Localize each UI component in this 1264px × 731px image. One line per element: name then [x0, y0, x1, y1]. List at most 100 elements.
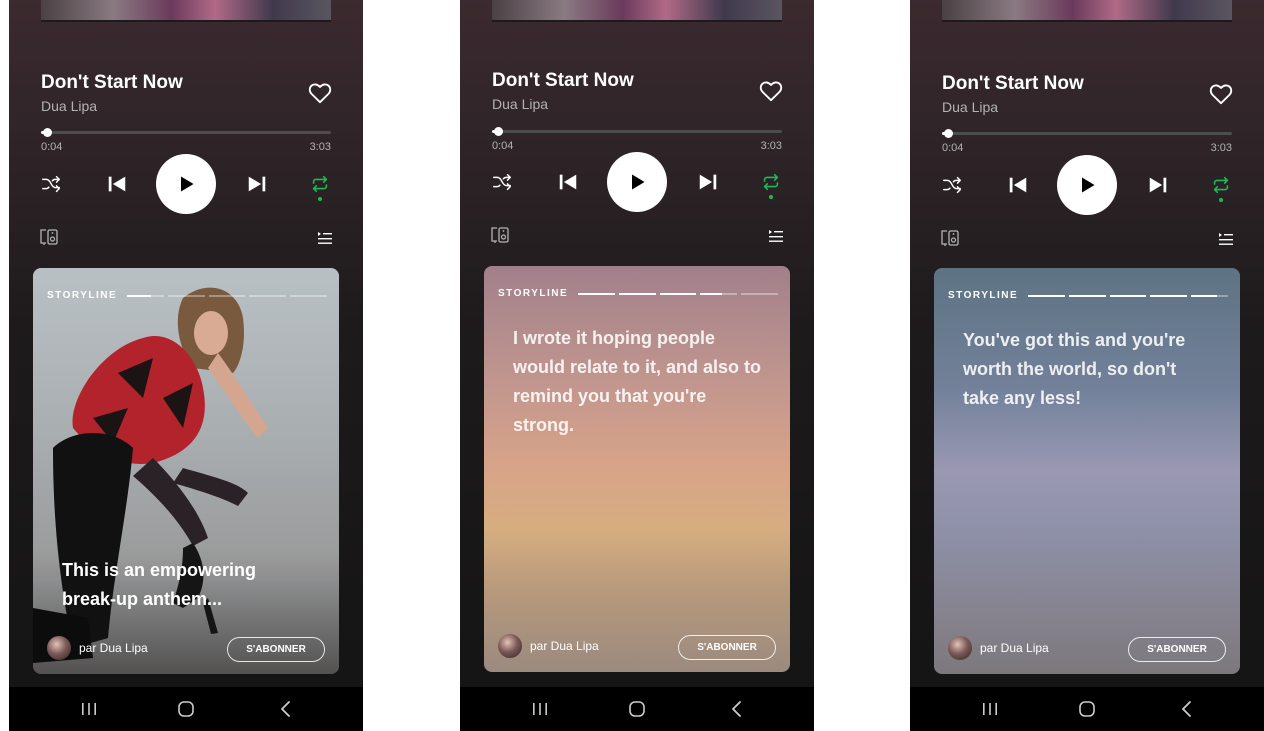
- story-segment: [167, 295, 205, 297]
- shuffle-button[interactable]: [39, 172, 63, 196]
- back-icon[interactable]: [275, 698, 297, 720]
- playback-controls: [41, 154, 331, 214]
- previous-button[interactable]: [105, 172, 129, 196]
- artist-photo: [33, 287, 339, 674]
- back-icon[interactable]: [726, 698, 748, 720]
- story-progress: [578, 293, 778, 295]
- avatar: [47, 636, 71, 660]
- story-segment: [700, 293, 738, 295]
- heart-icon[interactable]: [758, 78, 784, 104]
- home-icon[interactable]: [626, 698, 648, 720]
- progress-bar[interactable]: [942, 129, 1232, 138]
- song-artist[interactable]: Dua Lipa: [492, 96, 548, 112]
- story-segment-fill: [659, 293, 697, 295]
- repeat-active-dot: [318, 197, 322, 201]
- play-button[interactable]: [1057, 155, 1117, 215]
- skip-previous-icon: [108, 176, 126, 192]
- story-segment: [1028, 295, 1065, 297]
- heart-icon[interactable]: [1208, 81, 1234, 107]
- shuffle-icon: [943, 176, 961, 194]
- next-button[interactable]: [245, 172, 269, 196]
- shuffle-icon: [493, 173, 511, 191]
- next-button[interactable]: [1146, 173, 1170, 197]
- song-title: Don't Start Now: [41, 72, 183, 93]
- story-progress: [1028, 295, 1228, 297]
- avatar: [948, 636, 972, 660]
- progress-handle[interactable]: [494, 127, 504, 136]
- storyline-quote: You've got this and you're worth the wor…: [963, 330, 1186, 408]
- current-time: 0:04: [942, 142, 964, 154]
- story-segment-fill: [700, 293, 723, 295]
- repeat-button[interactable]: [308, 169, 332, 201]
- play-icon: [181, 176, 194, 192]
- queue-icon[interactable]: [768, 228, 784, 244]
- story-segment-fill: [1191, 295, 1217, 297]
- storyline-card[interactable]: STORYLINE This is an empowering break-up…: [33, 268, 339, 674]
- progress-bar[interactable]: [41, 128, 331, 137]
- recents-icon[interactable]: [529, 698, 551, 720]
- story-segment: [208, 295, 246, 297]
- storyline-author[interactable]: par Dua Lipa: [948, 636, 1049, 660]
- subscribe-button[interactable]: S'ABONNER: [1128, 637, 1226, 662]
- recents-icon[interactable]: [979, 698, 1001, 720]
- recents-icon[interactable]: [78, 698, 100, 720]
- story-segment: [1150, 295, 1188, 297]
- heart-icon[interactable]: [307, 80, 333, 106]
- repeat-icon: [1213, 176, 1229, 194]
- play-icon: [1082, 177, 1095, 193]
- storyline-author[interactable]: par Dua Lipa: [47, 636, 148, 660]
- devices-icon[interactable]: [490, 226, 510, 244]
- previous-button[interactable]: [1006, 173, 1030, 197]
- story-segment-fill: [1028, 295, 1065, 297]
- subscribe-button[interactable]: S'ABONNER: [227, 637, 325, 662]
- next-button[interactable]: [696, 170, 720, 194]
- current-time: 0:04: [41, 141, 63, 153]
- song-artist[interactable]: Dua Lipa: [41, 98, 97, 114]
- story-segment: [578, 293, 615, 295]
- storyline-card[interactable]: STORYLINE You've got this and you're wor…: [934, 268, 1240, 674]
- repeat-button[interactable]: [1209, 170, 1233, 202]
- skip-previous-icon: [559, 174, 577, 190]
- song-title: Don't Start Now: [492, 70, 634, 91]
- current-time: 0:04: [492, 140, 514, 152]
- total-time: 3:03: [760, 140, 782, 152]
- system-nav-bar: [9, 687, 363, 731]
- story-segment-fill: [618, 293, 656, 295]
- story-segment-fill: [1109, 295, 1147, 297]
- progress-handle[interactable]: [944, 129, 954, 138]
- system-nav-bar: [460, 687, 814, 731]
- previous-button[interactable]: [556, 170, 580, 194]
- storyline-author[interactable]: par Dua Lipa: [498, 634, 599, 658]
- shuffle-button[interactable]: [490, 170, 514, 194]
- album-art: [492, 0, 782, 22]
- queue-icon[interactable]: [1218, 231, 1234, 247]
- story-segment-fill: [578, 293, 615, 295]
- album-art: [41, 0, 331, 22]
- story-segment: [290, 295, 327, 297]
- play-icon: [632, 174, 645, 190]
- storyline-label: STORYLINE: [948, 290, 1019, 301]
- storyline-quote: This is an empowering break-up anthem...: [62, 560, 257, 609]
- storyline-label: STORYLINE: [47, 290, 118, 301]
- devices-icon[interactable]: [39, 228, 59, 246]
- skip-previous-icon: [1009, 177, 1027, 193]
- progress-bar[interactable]: [492, 127, 782, 136]
- queue-icon[interactable]: [317, 230, 333, 246]
- subscribe-button[interactable]: S'ABONNER: [678, 635, 776, 660]
- repeat-button[interactable]: [759, 167, 783, 199]
- total-time: 3:03: [309, 141, 331, 153]
- story-segment: [1109, 295, 1147, 297]
- devices-icon[interactable]: [940, 229, 960, 247]
- play-button[interactable]: [607, 152, 667, 212]
- home-icon[interactable]: [175, 698, 197, 720]
- shuffle-button[interactable]: [940, 173, 964, 197]
- home-icon[interactable]: [1076, 698, 1098, 720]
- play-button[interactable]: [156, 154, 216, 214]
- song-artist[interactable]: Dua Lipa: [942, 99, 998, 115]
- storyline-card[interactable]: STORYLINE I wrote it hoping people would…: [484, 266, 790, 672]
- back-icon[interactable]: [1176, 698, 1198, 720]
- shuffle-icon: [42, 175, 60, 193]
- progress-handle[interactable]: [43, 128, 53, 137]
- skip-next-icon: [1149, 177, 1167, 193]
- total-time: 3:03: [1210, 142, 1232, 154]
